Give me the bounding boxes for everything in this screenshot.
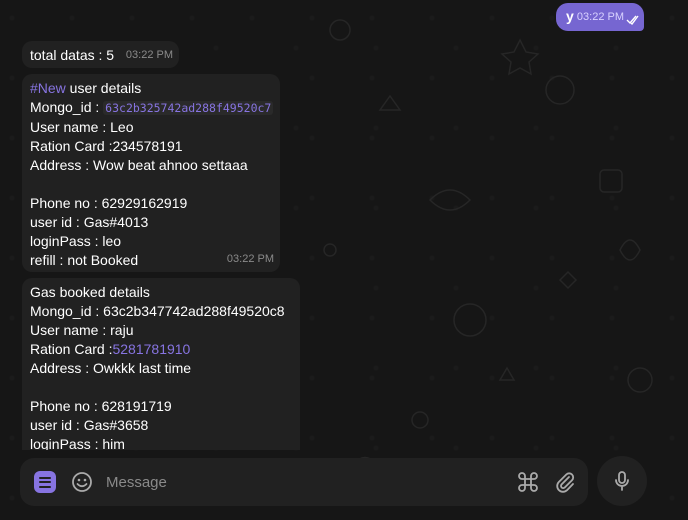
outgoing-message[interactable]: y 03:22 PM: [556, 3, 644, 31]
message-line: Address : Owkkk last time: [30, 360, 192, 376]
message-time: 03:22 PM: [226, 253, 274, 265]
read-checkmarks-icon: [626, 15, 639, 25]
message-line: Address : Wow beat ahnoo settaaa: [30, 157, 248, 173]
paperclip-icon[interactable]: [553, 470, 577, 494]
mongo-id-line: Mongo_id : 63c2b325742ad288f49520c7: [30, 99, 274, 115]
message-line: Phone no : 628191719: [30, 398, 172, 414]
message-list[interactable]: y 03:22 PM total datas : 5 03:22 PM #New…: [0, 0, 688, 450]
message-time: 03:22 PM: [125, 49, 173, 61]
message-line: User name : Leo: [30, 119, 134, 135]
message-title: Gas booked details: [30, 284, 150, 300]
message-line: loginPass : him: [30, 436, 125, 450]
message-user-details[interactable]: #New user details Mongo_id : 63c2b325742…: [22, 74, 280, 272]
message-line: Phone no : 62929162919: [30, 195, 188, 211]
mongo-id-code[interactable]: 63c2b325742ad288f49520c7: [103, 101, 274, 115]
message-line: loginPass : leo: [30, 233, 122, 249]
command-icon[interactable]: [516, 470, 540, 494]
menu-icon[interactable]: [34, 471, 56, 493]
message-line: user id : Gas#4013: [30, 214, 149, 230]
phone-number-link[interactable]: 5281781910: [112, 341, 190, 357]
message-title: #New user details: [30, 80, 142, 96]
message-line: User name : raju: [30, 322, 134, 338]
message-composer: [20, 458, 588, 506]
message-line: [30, 175, 272, 194]
mongo-id-line: Mongo_id : 63c2b347742ad288f49520c8: [30, 303, 285, 319]
message-total-count[interactable]: total datas : 5 03:22 PM: [22, 41, 179, 68]
emoji-icon[interactable]: [70, 470, 94, 494]
ration-card-line: Ration Card :5281781910: [30, 341, 191, 357]
microphone-button[interactable]: [597, 456, 647, 506]
message-line: Ration Card :234578191: [30, 138, 183, 154]
message-line: user id : Gas#3658: [30, 417, 149, 433]
message-input[interactable]: [106, 472, 486, 492]
hashtag-link[interactable]: #New: [30, 80, 66, 96]
message-line: [30, 378, 292, 397]
message-gas-booked[interactable]: Gas booked details Mongo_id : 63c2b34774…: [22, 278, 300, 450]
message-time: 03:22 PM: [576, 11, 624, 23]
microphone-icon: [615, 471, 629, 491]
